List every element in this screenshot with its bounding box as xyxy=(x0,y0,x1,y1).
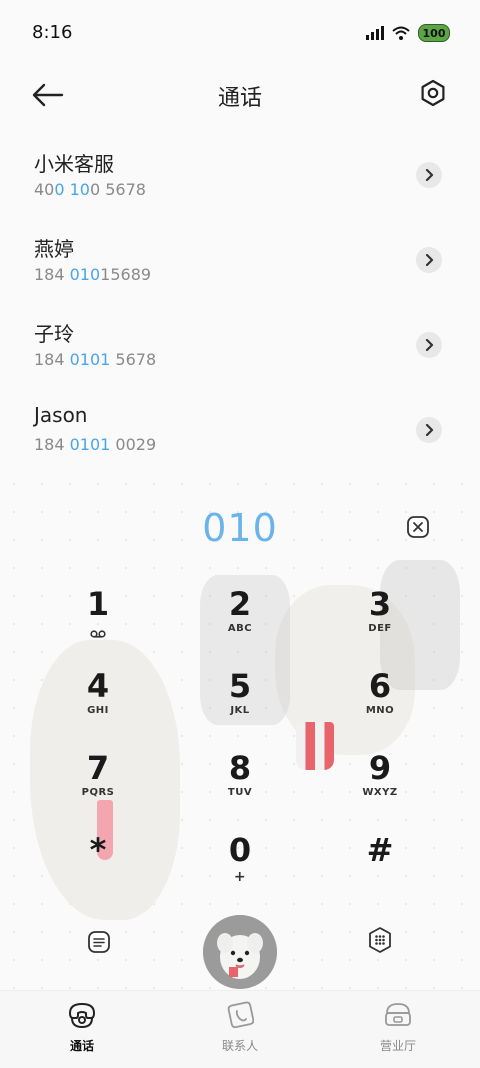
contact-detail-button[interactable] xyxy=(416,417,442,443)
contact-row[interactable]: 子玲 184 0101 5678 xyxy=(0,310,480,395)
wifi-icon xyxy=(392,26,410,40)
dialpad-toggle-icon[interactable] xyxy=(368,927,392,953)
tab-label: 营业厅 xyxy=(379,1039,416,1053)
key-2[interactable]: 2 ABC xyxy=(180,585,300,665)
tab-store[interactable]: 营业厅 xyxy=(338,1001,458,1054)
contact-number: 184 01015689 xyxy=(34,265,152,284)
contact-row[interactable]: 小米客服 400 100 5678 xyxy=(0,140,480,225)
contact-detail-button[interactable] xyxy=(416,162,442,188)
dialer-actions xyxy=(0,905,480,989)
tab-contacts[interactable]: 联系人 xyxy=(180,1001,300,1054)
contact-detail-button[interactable] xyxy=(416,247,442,273)
backspace-icon[interactable] xyxy=(406,515,430,539)
tab-calls[interactable]: 通话 xyxy=(22,1001,142,1054)
contacts-icon xyxy=(227,1001,255,1029)
contact-number: 184 0101 5678 xyxy=(34,350,157,369)
chevron-right-icon xyxy=(425,339,434,351)
tab-label: 联系人 xyxy=(221,1039,258,1053)
signal-icon xyxy=(366,26,384,40)
chevron-right-icon xyxy=(425,169,434,181)
key-hash[interactable]: # xyxy=(320,831,440,911)
status-bar: 8:16 100 xyxy=(0,0,480,66)
key-9[interactable]: 9 WXYZ xyxy=(320,749,440,829)
key-4[interactable]: 4 GHI xyxy=(38,667,158,747)
key-6[interactable]: 6 MNO xyxy=(320,667,440,747)
contact-row[interactable]: 燕婷 184 01015689 xyxy=(0,225,480,310)
key-7[interactable]: 7 PQRS xyxy=(38,749,158,829)
contact-name: Jason xyxy=(34,403,88,427)
store-icon xyxy=(385,1003,411,1026)
chevron-right-icon xyxy=(425,254,434,266)
contact-suggestions: 小米客服 400 100 5678 燕婷 184 01015689 子玲 184… xyxy=(0,140,480,480)
key-star[interactable]: * xyxy=(38,831,158,911)
page-title: 通话 xyxy=(217,86,262,111)
contact-number: 184 0101 0029 xyxy=(34,435,157,454)
chevron-right-icon xyxy=(425,424,434,436)
key-0[interactable]: 0 + xyxy=(180,831,300,911)
status-icons: 100 xyxy=(366,24,450,42)
call-button[interactable] xyxy=(203,915,277,989)
dog-avatar-icon xyxy=(203,915,277,989)
header: 通话 xyxy=(0,70,480,120)
contact-name: 燕婷 xyxy=(34,237,74,261)
contact-name: 子玲 xyxy=(34,322,74,346)
contact-number: 400 100 5678 xyxy=(34,180,146,199)
key-3[interactable]: 3 DEF xyxy=(320,585,440,665)
contact-detail-button[interactable] xyxy=(416,332,442,358)
list-fade xyxy=(0,455,480,485)
tab-label: 通话 xyxy=(69,1039,94,1053)
bottom-tab-bar: 通话 联系人 营业厅 xyxy=(0,990,480,1068)
battery-indicator: 100 xyxy=(418,24,450,42)
status-time: 8:16 xyxy=(32,22,73,43)
voicemail-icon xyxy=(90,630,106,638)
phone-icon xyxy=(69,1003,95,1029)
key-1[interactable]: 1 xyxy=(38,585,158,665)
key-5[interactable]: 5 JKL xyxy=(180,667,300,747)
key-8[interactable]: 8 TUV xyxy=(180,749,300,829)
notes-icon[interactable] xyxy=(87,930,111,954)
settings-icon[interactable] xyxy=(418,78,448,108)
contact-name: 小米客服 xyxy=(34,152,114,176)
